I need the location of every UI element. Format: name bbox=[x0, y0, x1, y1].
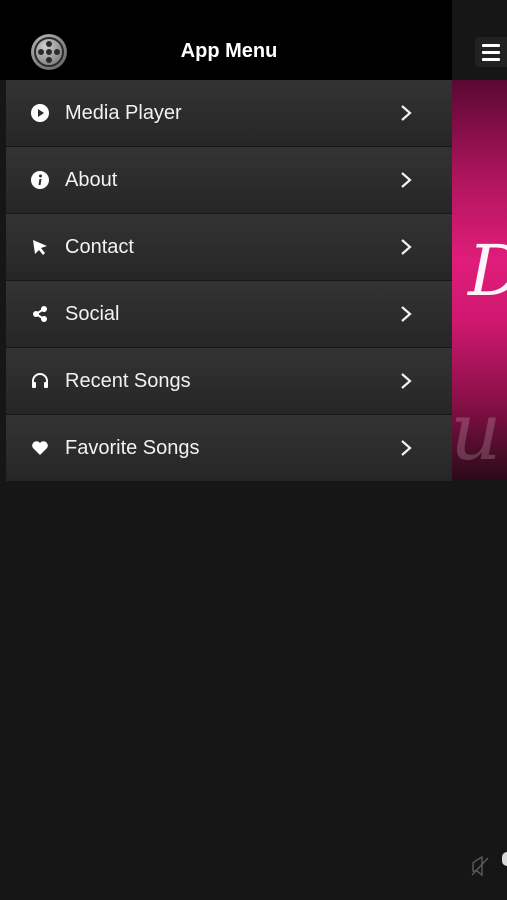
menu-item-label: Media Player bbox=[65, 101, 182, 124]
banner-logo-faded: u bbox=[450, 385, 502, 478]
chevron-right-icon bbox=[401, 306, 412, 322]
menu-item-label: Recent Songs bbox=[65, 369, 191, 392]
menu-item-label: About bbox=[65, 168, 118, 191]
drawer-title: App Menu bbox=[180, 40, 278, 62]
share-icon bbox=[30, 304, 50, 324]
heart-icon bbox=[30, 438, 50, 458]
menu-item-label: Contact bbox=[65, 235, 134, 258]
chevron-right-icon bbox=[401, 373, 412, 389]
partial-control[interactable] bbox=[502, 852, 507, 866]
hamburger-menu-icon[interactable] bbox=[475, 37, 507, 67]
app-menu-list: Media Player About Contact Social Recent… bbox=[6, 80, 452, 482]
menu-item-social[interactable]: Social bbox=[6, 281, 452, 347]
menu-item-media-player[interactable]: Media Player bbox=[6, 80, 452, 146]
chevron-right-icon bbox=[401, 239, 412, 255]
chevron-right-icon bbox=[401, 440, 412, 456]
chevron-right-icon bbox=[401, 105, 412, 121]
menu-item-recent-songs[interactable]: Recent Songs bbox=[6, 348, 452, 414]
banner-logo-letter: D bbox=[468, 230, 507, 312]
menu-item-label: Favorite Songs bbox=[65, 436, 200, 459]
play-circle-icon bbox=[30, 103, 50, 123]
menu-item-contact[interactable]: Contact bbox=[6, 214, 452, 280]
menu-item-label: Social bbox=[65, 302, 120, 325]
info-icon bbox=[30, 170, 50, 190]
side-drawer: App Menu Media Player About Contact Soci… bbox=[0, 0, 452, 900]
chevron-right-icon bbox=[401, 172, 412, 188]
menu-item-about[interactable]: About bbox=[6, 147, 452, 213]
mute-icon[interactable] bbox=[470, 855, 490, 877]
headphones-icon bbox=[30, 371, 50, 391]
pointer-icon bbox=[30, 237, 50, 257]
menu-item-favorite-songs[interactable]: Favorite Songs bbox=[6, 415, 452, 481]
drawer-header: App Menu bbox=[0, 0, 452, 80]
